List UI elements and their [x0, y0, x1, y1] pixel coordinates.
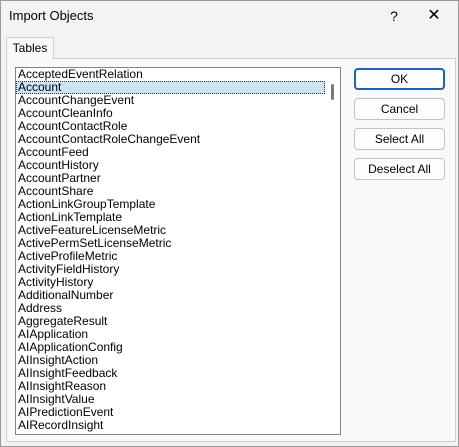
- tables-listbox[interactable]: AcceptedEventRelation Account AccountChang…: [15, 67, 341, 435]
- list-item[interactable]: AdditionalNumber: [16, 289, 325, 302]
- list-items: AcceptedEventRelation Account AccountChang…: [16, 68, 325, 432]
- dialog-title: Import Objects: [9, 8, 94, 23]
- tab-tables[interactable]: Tables: [6, 37, 54, 59]
- list-item[interactable]: AcceptedEventRelation: [16, 68, 325, 81]
- select-all-button[interactable]: Select All: [354, 128, 445, 150]
- ok-button[interactable]: OK: [354, 68, 445, 90]
- scrollbar-thumb[interactable]: [331, 84, 334, 100]
- close-icon[interactable]: ✕: [422, 5, 446, 27]
- vertical-scrollbar[interactable]: [326, 68, 340, 434]
- import-objects-dialog: Import Objects ? ✕ Tables AcceptedEventR…: [0, 0, 459, 447]
- list-item[interactable]: AIRecordInsight: [16, 419, 325, 432]
- deselect-all-button[interactable]: Deselect All: [354, 158, 445, 180]
- help-icon[interactable]: ?: [383, 5, 405, 27]
- title-bar: Import Objects ? ✕: [1, 1, 458, 32]
- cancel-button[interactable]: Cancel: [354, 98, 445, 120]
